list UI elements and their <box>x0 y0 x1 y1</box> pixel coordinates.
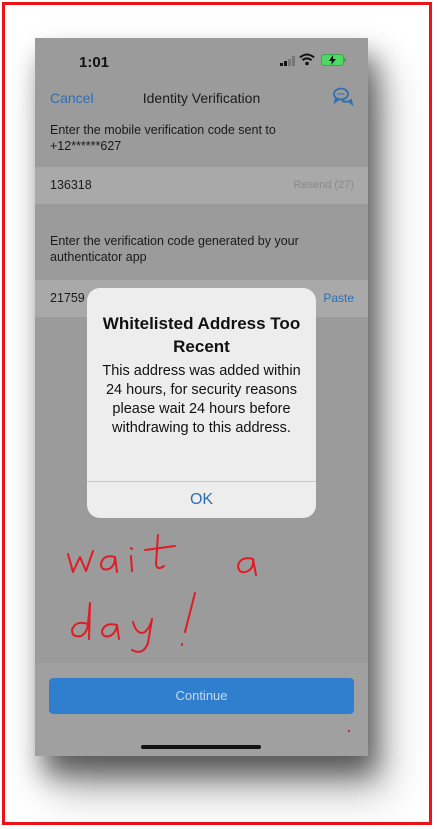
phone-screen: 1:01 Cancel Identity Verification Enter … <box>35 38 368 756</box>
alert-dialog: Whitelisted Address Too Recent This addr… <box>87 288 316 518</box>
alert-message: This address was added within 24 hours, … <box>102 363 301 436</box>
alert-title: Whitelisted Address Too Recent <box>102 314 301 356</box>
alert-ok-button[interactable]: OK <box>87 482 316 518</box>
